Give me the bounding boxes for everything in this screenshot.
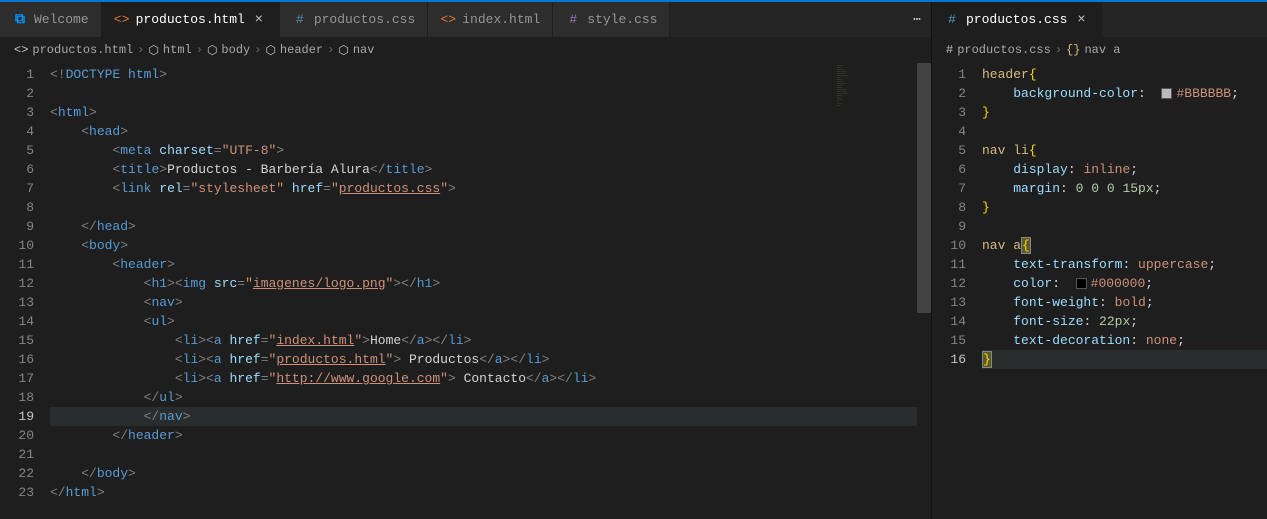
chevron-right-icon: › (327, 43, 334, 57)
tab-label: productos.html (136, 12, 245, 27)
symbol-icon: ⬡ (338, 43, 348, 58)
scrollbar[interactable] (917, 63, 931, 519)
tab-actions: ⋯ (903, 2, 931, 37)
css-icon: # (565, 12, 581, 28)
symbol-icon: ⬡ (265, 43, 275, 58)
chevron-right-icon: › (254, 43, 261, 57)
tab-label: index.html (462, 12, 540, 27)
symbol-icon: ⬡ (148, 43, 158, 58)
tab-index-html[interactable]: <> index.html (428, 2, 553, 37)
symbol-icon: ⬡ (207, 43, 217, 58)
html-icon: <> (440, 12, 456, 28)
left-editor[interactable]: 1234567891011121314151617181920212223 <!… (0, 63, 931, 519)
left-breadcrumb[interactable]: <> productos.html › ⬡ html › ⬡ body › ⬡ … (0, 37, 931, 63)
line-numbers: 12345678910111213141516 (932, 63, 982, 519)
editor-main: ⧉ Welcome <> productos.html × # producto… (0, 2, 1267, 519)
left-editor-group: ⧉ Welcome <> productos.html × # producto… (0, 2, 932, 519)
tab-productos-html[interactable]: <> productos.html × (102, 2, 280, 37)
breadcrumb-item[interactable]: html (163, 43, 192, 57)
css-icon: # (944, 12, 960, 28)
chevron-right-icon: › (196, 43, 203, 57)
tab-welcome[interactable]: ⧉ Welcome (0, 2, 102, 37)
chevron-right-icon: › (1055, 43, 1062, 57)
code-area[interactable]: <!DOCTYPE html><html> <head> <meta chars… (50, 63, 931, 519)
tab-label: productos.css (314, 12, 415, 27)
vscode-icon: ⧉ (12, 12, 28, 28)
tab-style-css[interactable]: # style.css (553, 2, 670, 37)
more-icon[interactable]: ⋯ (913, 12, 921, 27)
tab-label: productos.css (966, 12, 1067, 27)
right-editor-group: # productos.css × # productos.css › {} n… (932, 2, 1267, 519)
tab-label: Welcome (34, 12, 89, 27)
line-numbers: 1234567891011121314151617181920212223 (0, 63, 50, 519)
right-tabs: # productos.css × (932, 2, 1267, 37)
close-icon[interactable]: × (251, 12, 267, 28)
breadcrumb-item[interactable]: body (221, 43, 250, 57)
code-area[interactable]: header{ background-color: #BBBBBB;}nav l… (982, 63, 1267, 519)
breadcrumb-item[interactable]: productos.html (32, 43, 133, 57)
breadcrumb-item[interactable]: nav a (1084, 43, 1120, 57)
left-tabs: ⧉ Welcome <> productos.html × # producto… (0, 2, 931, 37)
tab-label: style.css (587, 12, 657, 27)
breadcrumb-item[interactable]: header (280, 43, 323, 57)
brackets-icon: {} (1066, 43, 1080, 57)
css-icon: # (946, 43, 953, 57)
right-breadcrumb[interactable]: # productos.css › {} nav a (932, 37, 1267, 63)
html-icon: <> (114, 12, 130, 28)
tab-productos-css-right[interactable]: # productos.css × (932, 2, 1102, 37)
close-icon[interactable]: × (1073, 12, 1089, 28)
right-editor[interactable]: 12345678910111213141516 header{ backgrou… (932, 63, 1267, 519)
chevron-right-icon: › (137, 43, 144, 57)
scroll-thumb[interactable] (917, 63, 931, 313)
html-icon: <> (14, 43, 28, 57)
breadcrumb-item[interactable]: nav (353, 43, 375, 57)
breadcrumb-item[interactable]: productos.css (957, 43, 1051, 57)
tab-productos-css[interactable]: # productos.css (280, 2, 428, 37)
css-icon: # (292, 12, 308, 28)
